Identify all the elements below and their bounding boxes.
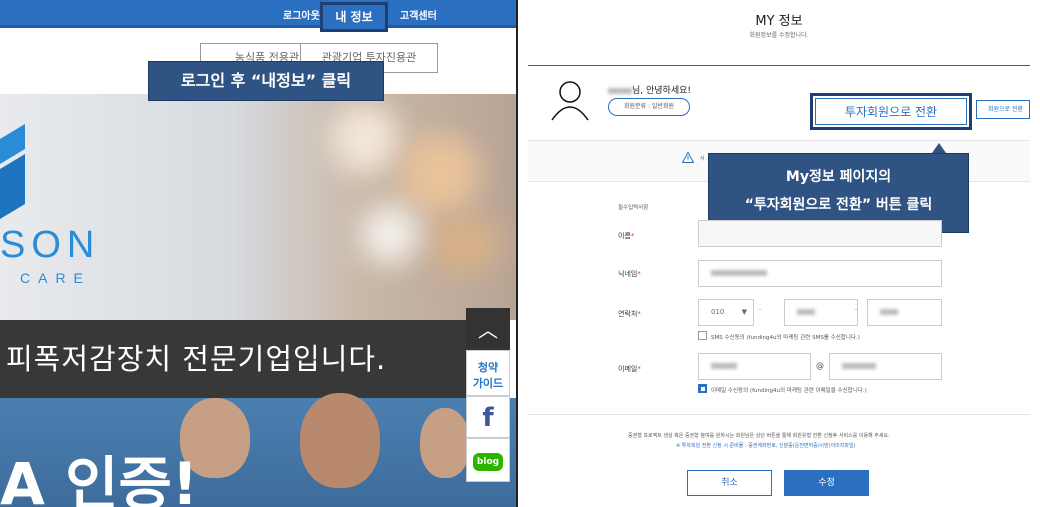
blog-button[interactable]: blog: [466, 438, 510, 482]
cancel-button[interactable]: 취소: [687, 470, 772, 496]
company-logo-icon: [0, 124, 25, 219]
title-divider: [528, 65, 1030, 66]
phone-prefix-select[interactable]: 010 ▼: [698, 299, 754, 326]
certification-headline: A 인증!: [0, 450, 199, 507]
support-link[interactable]: 고객센터: [400, 7, 437, 22]
phone-dash-2: -: [855, 307, 857, 313]
left-screenshot-panel: 로그아웃 고객센터 내 정보 농식품 전용관 관광기업 투자진용관 SON CA…: [0, 0, 516, 507]
hero-image: SON CARE: [0, 94, 516, 320]
guide-label-2: 가이드: [472, 377, 504, 390]
email-at-sign: @: [816, 361, 824, 370]
phone-dash-1: -: [759, 307, 761, 313]
instruction-callout-1: 로그인 후 “내정보” 클릭: [148, 61, 384, 101]
convert-button[interactable]: 투자회원으로 전환: [815, 98, 967, 125]
nickname-field[interactable]: [698, 260, 942, 287]
facebook-icon[interactable]: f: [466, 396, 510, 438]
blog-icon: blog: [472, 453, 504, 471]
nickname-label: 닉네임*: [618, 270, 641, 278]
callout-2-line2: “투자회원으로 전환” 버튼 클릭: [744, 197, 933, 213]
email-label: 이메일*: [618, 365, 641, 373]
email-agree-checkbox[interactable]: [698, 384, 707, 393]
company-banner-text: 피폭저감장치 전문기업입니다.: [0, 320, 470, 398]
masked-phone-last: [880, 309, 898, 315]
sms-agree-checkbox[interactable]: [698, 331, 707, 340]
masked-email-domain: [842, 363, 876, 369]
convert-button-small[interactable]: 회원으로 전환: [976, 100, 1030, 119]
email-agree-label: 이메일 수신동의 (funding4u의 마케팅 관련 이메일을 수신합니다.): [711, 388, 867, 394]
logo-word: SON: [0, 224, 101, 266]
phone-label: 연락처*: [618, 310, 641, 318]
logo-subword: CARE: [20, 270, 91, 286]
scroll-top-button[interactable]: ︿: [466, 308, 510, 350]
callout-2-line1: My정보 페이지의: [785, 169, 892, 185]
email-id-field[interactable]: [698, 353, 811, 380]
name-field[interactable]: [698, 220, 942, 247]
masked-email-id: [711, 363, 737, 369]
guide-button[interactable]: 청약 가이드: [466, 350, 510, 396]
email-domain-field[interactable]: [829, 353, 942, 380]
logout-link[interactable]: 로그아웃: [283, 7, 320, 22]
save-button[interactable]: 수정: [784, 470, 869, 496]
page-subtitle: 회원정보를 수정합니다.: [749, 32, 809, 39]
page-title: MY 정보: [755, 14, 803, 29]
convert-button-highlight[interactable]: 투자회원으로 전환: [810, 93, 972, 130]
masked-nickname: [711, 270, 767, 276]
required-section-label: 필수입력사항: [618, 205, 649, 211]
sms-agree-label: SMS 수신동의 (funding4u의 마케팅 관련 SMS를 수신합니다.): [711, 335, 860, 341]
notice-text: 서: [700, 156, 705, 162]
footer-notice-2: ※ 투자회원 전환 신청 시 준비물 : 증권계좌번호, 신분증(운전면허증/시…: [676, 443, 856, 449]
callout-arrow-2-icon: [932, 143, 946, 153]
phone-last-field[interactable]: [867, 299, 942, 326]
footer-notice-1: 증권형 프로젝트 생성 혹은 증권형 참여를 원하시는 회원님은 상단 버튼을 …: [628, 433, 890, 439]
right-screenshot-panel: MY 정보 회원정보를 수정합니다. 님, 안녕하세요! 회원분류 : 일반회원…: [518, 0, 1040, 507]
top-navigation-bar: 로그아웃 고객센터: [0, 0, 516, 28]
guide-label-1: 청약: [477, 361, 499, 374]
name-label: 이름*: [618, 232, 635, 240]
member-type-badge: 회원분류 : 일반회원: [608, 98, 690, 116]
chevron-down-icon: ▼: [741, 308, 747, 316]
warning-icon: [682, 152, 694, 163]
greeting-label: 님, 안녕하세요!: [632, 86, 692, 96]
form-divider: [528, 414, 1030, 415]
masked-username: [608, 87, 632, 94]
greeting-text: 님, 안녕하세요!: [608, 83, 691, 96]
phone-middle-field[interactable]: [784, 299, 858, 326]
user-avatar-icon: [551, 81, 589, 121]
myinfo-link-highlighted[interactable]: 내 정보: [320, 2, 388, 32]
masked-phone-middle: [797, 309, 815, 315]
